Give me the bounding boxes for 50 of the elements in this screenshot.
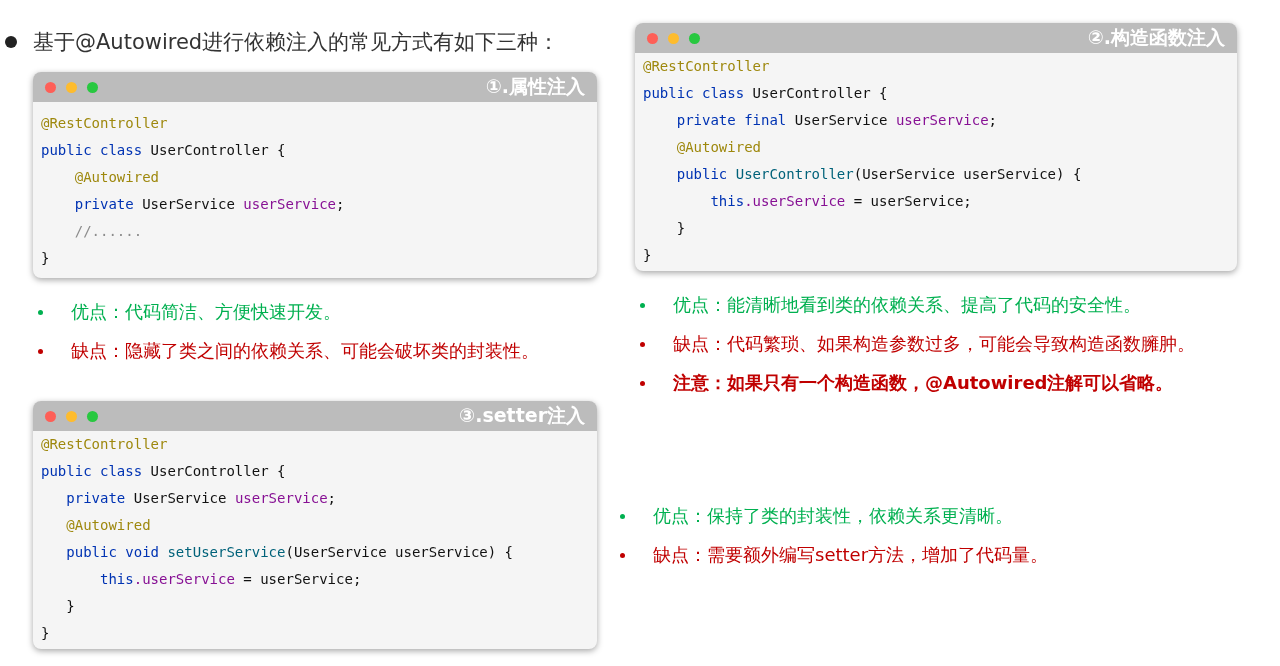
code-line: @Autowired xyxy=(65,516,152,535)
code-line: } xyxy=(65,597,76,616)
code-line: this.userService = userService; xyxy=(709,192,973,211)
bullet-icon xyxy=(5,36,17,48)
code-line: @RestController xyxy=(643,57,771,76)
code-line: @Autowired xyxy=(73,168,160,187)
code-line: public UserController(UserService userService) { xyxy=(675,165,1083,184)
bullet-icon xyxy=(640,380,645,386)
code-line: public class UserController { xyxy=(41,462,287,481)
bullet-icon xyxy=(620,513,625,519)
heading: 基于@Autowired进行依赖注入的常见方式有如下三种： xyxy=(33,29,560,56)
code-line: } xyxy=(41,624,51,643)
bullet-icon xyxy=(640,341,645,347)
code-line: private UserService userService; xyxy=(65,489,338,508)
zoom-dot-icon xyxy=(689,32,700,44)
bullet-text: 缺点：需要额外编写setter方法，增加了代码量。 xyxy=(653,543,1049,567)
bullet-icon xyxy=(38,348,43,354)
code-line: public void setUserService(UserService userService) { xyxy=(65,543,515,562)
code-line: } xyxy=(41,249,51,268)
bullet-icon xyxy=(620,552,625,558)
bullet-text: 优点：能清晰地看到类的依赖关系、提高了代码的安全性。 xyxy=(673,293,1141,317)
zoom-dot-icon xyxy=(87,81,98,93)
window-title: ③.setter注入 xyxy=(459,403,585,428)
window-title: ②.构造函数注入 xyxy=(1087,25,1225,50)
code-line: @RestController xyxy=(41,435,169,454)
code-line: public class UserController { xyxy=(643,84,889,103)
bullet-text: 优点：代码简洁、方便快速开发。 xyxy=(71,300,341,324)
close-dot-icon xyxy=(45,410,56,422)
code-line: @Autowired xyxy=(675,138,762,157)
bullet-icon xyxy=(38,309,43,315)
minimize-dot-icon xyxy=(66,410,77,422)
close-dot-icon xyxy=(647,32,658,44)
bullet-text: 缺点：隐藏了类之间的依赖关系、可能会破坏类的封装性。 xyxy=(71,339,539,363)
code-line: } xyxy=(643,246,653,265)
bullet-text: 优点：保持了类的封装性，依赖关系更清晰。 xyxy=(653,504,1013,528)
code-line: this.userService = userService; xyxy=(99,570,363,589)
bullet-text: 缺点：代码繁琐、如果构造参数过多，可能会导致构造函数臃肿。 xyxy=(673,332,1195,356)
bullet-text: 注意：如果只有一个构造函数，@Autowired注解可以省略。 xyxy=(673,371,1174,395)
zoom-dot-icon xyxy=(87,410,98,422)
code-line: //...... xyxy=(73,222,144,241)
minimize-dot-icon xyxy=(668,32,679,44)
code-line: private final UserService userService; xyxy=(675,111,999,130)
code-line: } xyxy=(675,219,687,238)
close-dot-icon xyxy=(45,81,56,93)
minimize-dot-icon xyxy=(66,81,77,93)
bullet-icon xyxy=(640,302,645,308)
window-title: ①.属性注入 xyxy=(485,74,585,99)
code-line: private UserService userService; xyxy=(73,195,346,214)
code-line: public class UserController { xyxy=(41,141,287,160)
code-line: @RestController xyxy=(41,114,169,133)
